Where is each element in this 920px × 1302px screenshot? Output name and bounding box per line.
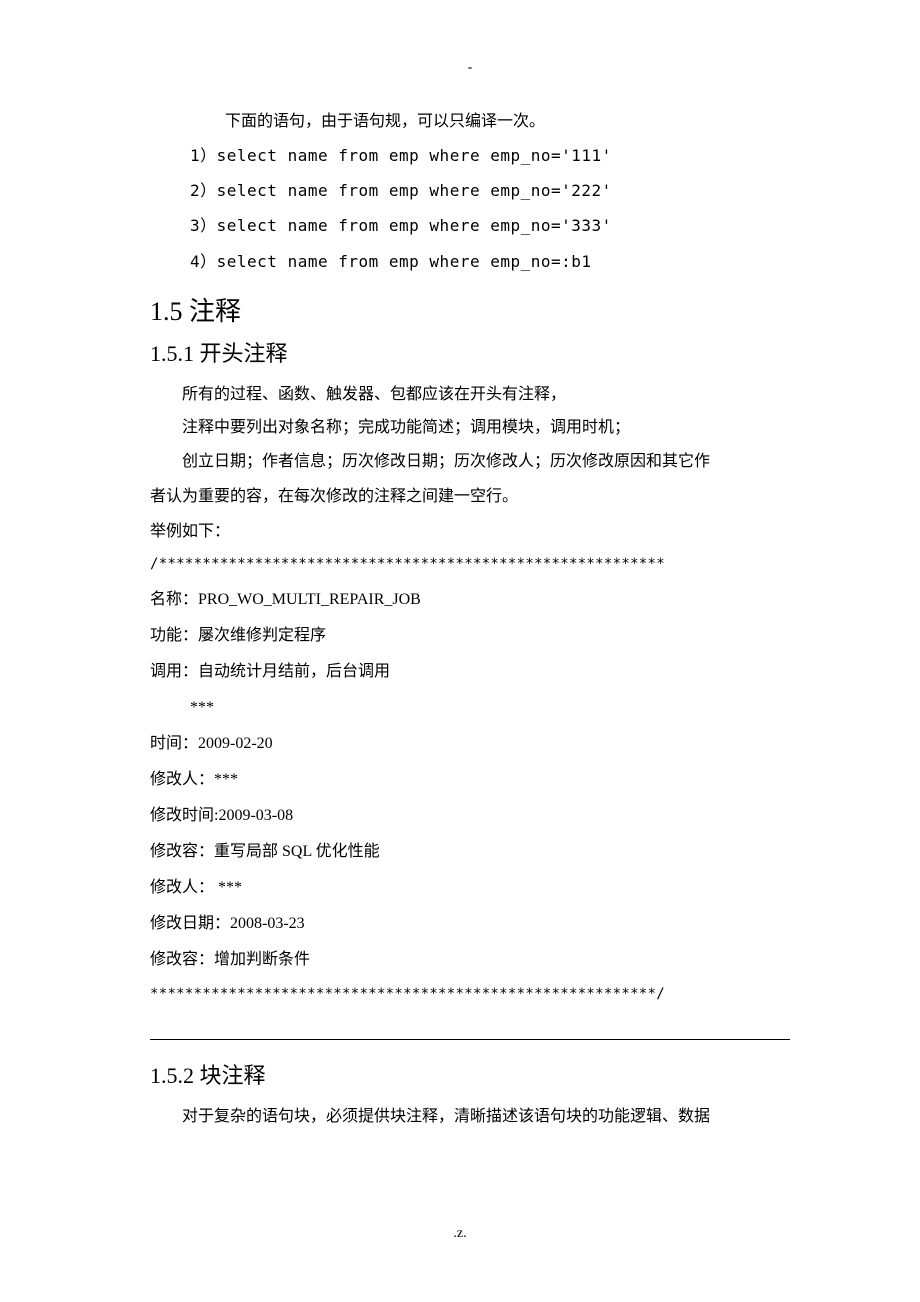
paragraph-1: 所有的过程、函数、触发器、包都应该在开头有注释， [150,378,790,412]
comment-moddate-2: 修改日期：2008-03-23 [150,906,790,942]
example-label: 举例如下： [150,515,790,549]
footer-right-mark: z. [457,1226,467,1241]
comment-modcontent-1: 修改容：重写局部 SQL 优化性能 [150,834,790,870]
comment-open-stars: /***************************************… [150,548,790,582]
code-line-4: 4）select name from emp where emp_no=:b1 [190,244,790,279]
comment-call: 调用：自动统计月结前，后台调用 [150,654,790,690]
comment-modifier-1: 修改人：*** [150,762,790,798]
header-mark: - [150,60,790,76]
section-divider [150,1039,790,1040]
heading-1-5-2: 1.5.2 块注释 [150,1058,790,1090]
paragraph-3b: 者认为重要的容，在每次修改的注释之间建一空行。 [150,479,790,515]
comment-name: 名称：PRO_WO_MULTI_REPAIR_JOB [150,582,790,618]
code-line-1: 1）select name from emp where emp_no='111… [190,138,790,173]
comment-time: 时间：2009-02-20 [150,726,790,762]
heading-1-5-1: 1.5.1 开头注释 [150,336,790,368]
comment-modtime-1: 修改时间:2009-03-08 [150,798,790,834]
heading-1-5: 1.5 注释 [150,291,790,328]
paragraph-3a: 创立日期；作者信息；历次修改日期；历次修改人；历次修改原因和其它作 [150,445,790,479]
comment-modifier-2: 修改人： *** [150,870,790,906]
comment-modcontent-2: 修改容：增加判断条件 [150,942,790,978]
document-page: - 下面的语句，由于语句规，可以只编译一次。 1）select name fro… [0,0,920,1174]
comment-triple-star: *** [190,690,790,726]
code-line-3: 3）select name from emp where emp_no='333… [190,208,790,243]
page-footer: .z. [0,1226,920,1242]
paragraph-2: 注释中要列出对象名称；完成功能简述；调用模块，调用时机； [150,411,790,445]
intro-text: 下面的语句，由于语句规，可以只编译一次。 [225,106,790,138]
code-line-2: 2）select name from emp where emp_no='222… [190,173,790,208]
paragraph-4: 对于复杂的语句块，必须提供块注释，清晰描述该语句块的功能逻辑、数据 [150,1100,790,1134]
comment-close-stars: ****************************************… [150,978,790,1012]
comment-function: 功能：屡次维修判定程序 [150,618,790,654]
